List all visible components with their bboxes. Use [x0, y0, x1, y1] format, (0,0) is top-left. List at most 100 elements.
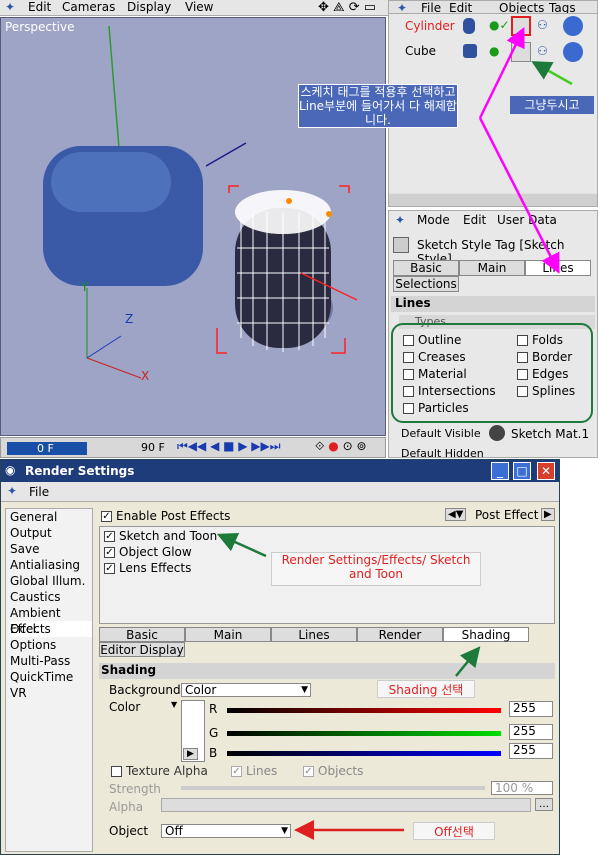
- object-row-cube[interactable]: Cube ● ⚇: [393, 42, 593, 64]
- render-tab-shading[interactable]: Shading: [443, 627, 529, 642]
- dot-icon[interactable]: ●: [489, 44, 499, 58]
- object-row-cylinder[interactable]: Cylinder ●✓ ⚇: [393, 16, 593, 38]
- close-button[interactable]: ✕: [537, 462, 555, 480]
- record-icons[interactable]: ⟐ ● ⊙ ⊚: [315, 439, 367, 454]
- color-dropdown-icon[interactable]: ▼: [171, 700, 177, 709]
- strength-label: Strength: [109, 782, 161, 796]
- attr-menu-userdata[interactable]: User Data: [497, 213, 557, 227]
- viewport-scene: [43, 25, 358, 379]
- c4d-logo-icon-4: ✦: [7, 484, 18, 498]
- minimize-button[interactable]: _: [491, 462, 509, 480]
- end-frame-field[interactable]: 90 F: [141, 441, 165, 454]
- menu-view[interactable]: View: [185, 0, 213, 14]
- enable-post-effects-checkbox[interactable]: ✓ Enable Post Effects: [101, 509, 230, 523]
- render-tab-basic[interactable]: Basic: [99, 627, 185, 642]
- effect-lens-effects[interactable]: ✓ Lens Effects: [104, 561, 191, 575]
- post-effect-arrows[interactable]: ◀▼: [445, 508, 467, 521]
- sidebar-item-output[interactable]: Output: [10, 525, 92, 541]
- g-value-field[interactable]: 255: [509, 724, 553, 740]
- attr-tab-basic[interactable]: Basic: [393, 260, 459, 276]
- sidebar-item-ambient-occl[interactable]: Ambient Occl.: [10, 605, 92, 636]
- color-expand-button[interactable]: ▶: [183, 748, 198, 760]
- sidebar-item-global-illum[interactable]: Global Illum.: [10, 573, 92, 589]
- attr-menu-mode[interactable]: Mode: [417, 213, 450, 227]
- alpha-field[interactable]: [161, 798, 531, 812]
- r-value-field[interactable]: 255: [509, 701, 553, 717]
- annotation-keep: 그냥두시고: [510, 96, 594, 114]
- object-label: Object: [109, 824, 149, 838]
- cube-icon: [463, 44, 477, 58]
- sidebar-item-multipass[interactable]: Multi-Pass: [10, 653, 92, 669]
- menu-cameras[interactable]: Cameras: [62, 0, 115, 14]
- post-effect-button[interactable]: Post Effect: [475, 508, 538, 522]
- object-select[interactable]: Off ▼: [161, 824, 291, 838]
- g-label: G: [209, 726, 219, 740]
- sidebar-item-quicktime-vr[interactable]: QuickTime VR: [10, 669, 92, 700]
- render-menubar: ✦ File: [1, 482, 559, 502]
- material-ball-icon: [489, 425, 505, 441]
- sidebar-item-caustics[interactable]: Caustics: [10, 589, 92, 605]
- alpha-browse-button[interactable]: …: [535, 798, 553, 811]
- current-frame-field[interactable]: 0 F: [7, 442, 87, 455]
- strength-value-field[interactable]: 100 %: [491, 781, 553, 795]
- enable-post-effects-row: ✓ Enable Post Effects ◀▼ Post Effect ▶: [99, 508, 555, 524]
- menu-edit[interactable]: Edit: [28, 0, 51, 14]
- sidebar-item-save[interactable]: Save: [10, 541, 92, 557]
- render-tab-editor-display[interactable]: Editor Display: [99, 642, 185, 657]
- attr-menu-edit[interactable]: Edit: [463, 213, 486, 227]
- render-tab-lines[interactable]: Lines: [271, 627, 357, 642]
- object-name-cylinder: Cylinder: [405, 19, 455, 33]
- annotation-effects-note: Render Settings/Effects/ Sketch and Toon: [271, 552, 481, 586]
- sidebar-item-antialiasing[interactable]: Antialiasing: [10, 557, 92, 573]
- viewport-nav-icons[interactable]: ✥ ⟁ ⟳ ▭: [318, 0, 376, 15]
- attr-tab-selections[interactable]: Selections: [393, 276, 459, 292]
- b-slider[interactable]: [227, 751, 501, 756]
- maximize-button[interactable]: □: [513, 462, 531, 480]
- background-label: Background: [109, 683, 181, 697]
- check-icon[interactable]: ●✓: [489, 18, 510, 32]
- tag-icon[interactable]: ⚇: [537, 18, 548, 32]
- effect-object-glow[interactable]: ✓ Object Glow: [104, 545, 192, 559]
- material-tag-icon-2[interactable]: [563, 42, 583, 62]
- effect-sketch-and-toon[interactable]: ✓ Sketch and Toon: [104, 529, 217, 543]
- sidebar-item-general[interactable]: General: [10, 509, 92, 525]
- tag-icon-2[interactable]: ⚇: [537, 44, 548, 58]
- default-visible-label: Default Visible: [401, 427, 481, 440]
- material-tag-icon[interactable]: [563, 16, 583, 36]
- texture-alpha-checkbox[interactable]: Texture Alpha: [111, 764, 208, 778]
- playback-controls[interactable]: ⏮◀◀ ◀ ■ ▶ ▶▶⏭: [177, 439, 281, 454]
- sidebar-item-effects[interactable]: Effects: [10, 621, 92, 637]
- perspective-viewport[interactable]: Perspective Y Z X: [0, 17, 386, 436]
- post-effect-play[interactable]: ▶: [541, 508, 555, 521]
- window-app-icon: ◉: [5, 463, 16, 477]
- b-label: B: [209, 746, 218, 760]
- r-slider[interactable]: [227, 708, 501, 713]
- g-slider[interactable]: [227, 731, 501, 736]
- lines-checkbox[interactable]: ✓ Lines: [231, 764, 277, 778]
- render-settings-window: Render Settings ◉ _ □ ✕ ✦ File General O…: [0, 459, 560, 855]
- annotation-note-korean: 스케치 태그를 적용후 선택하고 Line부분에 들어가서 다 해제합니다.: [298, 84, 458, 128]
- axis-z-label: Z: [125, 312, 134, 326]
- attr-tab-main[interactable]: Main: [459, 260, 525, 276]
- sidebar-item-options[interactable]: Options: [10, 637, 92, 653]
- object-name-cube: Cube: [405, 44, 436, 58]
- annotation-shading-note: Shading 선택: [377, 680, 475, 698]
- background-select[interactable]: Color ▼: [181, 683, 311, 697]
- b-value-field[interactable]: 255: [509, 743, 553, 759]
- sketch-style-tag-icon-2[interactable]: [511, 42, 531, 62]
- render-menu-file[interactable]: File: [29, 485, 49, 499]
- default-visible-value[interactable]: Sketch Mat.1: [511, 427, 589, 441]
- color-label: Color: [109, 700, 141, 714]
- objects-checkbox[interactable]: ✓ Objects: [303, 764, 363, 778]
- lines-section-header: Lines: [391, 296, 595, 312]
- menu-display[interactable]: Display: [127, 0, 171, 14]
- horizontal-scrollbar[interactable]: [389, 194, 597, 206]
- types-highlight-outline: [391, 323, 593, 423]
- strength-slider[interactable]: [181, 786, 485, 790]
- render-tab-main[interactable]: Main: [185, 627, 271, 642]
- render-tab-render[interactable]: Render: [357, 627, 443, 642]
- shading-section-header: Shading: [99, 663, 555, 679]
- attribute-manager: ✦ Mode Edit User Data Sketch Style Tag […: [388, 210, 598, 460]
- sketch-style-tag-icon[interactable]: [511, 16, 531, 36]
- attr-tab-lines[interactable]: Lines: [525, 260, 591, 276]
